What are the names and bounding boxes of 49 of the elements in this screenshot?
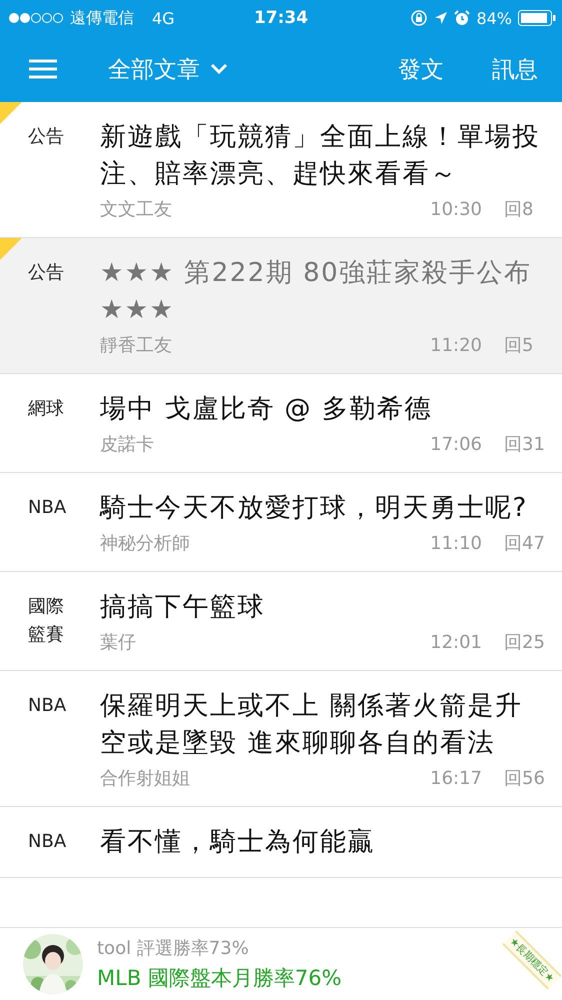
- banner-subtitle: tool 評選勝率73%: [97, 937, 250, 960]
- post-author: 葉仔: [100, 631, 137, 654]
- post-title: 新遊戲「玩競猜」全面上線！單場投注、賠率漂亮、趕快來看看～: [100, 121, 541, 191]
- post-category: 國際籃賽: [28, 595, 65, 647]
- post-author: 文文工友: [100, 198, 173, 221]
- banner-headline: MLB 國際盤本月勝率76%: [97, 965, 342, 992]
- post-title: 看不懂，騎士為何能贏: [100, 826, 376, 859]
- corner-ribbon: ★長期穩定★: [502, 930, 562, 990]
- reply-count: 回25: [504, 631, 544, 654]
- post-time: 17:06: [430, 434, 482, 454]
- carrier-name: 遠傳電信: [70, 8, 134, 28]
- post-time: 11:20: [430, 334, 482, 356]
- post-category: NBA: [28, 694, 68, 718]
- menu-icon: [29, 59, 57, 79]
- signal-icon: [8, 12, 64, 24]
- post-title: 保羅明天上或不上 關係著火箭是升空或是墜毀 進來聊聊各自的看法: [100, 690, 524, 760]
- post-category: 網球: [28, 397, 65, 421]
- post-category: 公告: [28, 125, 65, 149]
- post-time: 16:17: [430, 768, 482, 788]
- reply-count: 回47: [504, 532, 544, 555]
- rotation-lock-icon: [410, 9, 428, 27]
- reply-count: 回8: [504, 198, 534, 221]
- post-category: NBA: [28, 830, 68, 854]
- reply-count: 回56: [504, 767, 544, 790]
- post-title: 搞搞下午籃球: [100, 591, 266, 624]
- menu-button[interactable]: [28, 57, 58, 81]
- post-title: ★★★ 第222期 80強莊家殺手公布★★★: [100, 257, 533, 327]
- post-row[interactable]: 公告 新遊戲「玩競猜」全面上線！單場投注、賠率漂亮、趕快來看看～ 文文工友 10:30 回8: [0, 102, 562, 238]
- chevron-down-icon: [210, 63, 228, 75]
- post-author: 神秘分析師: [100, 532, 191, 555]
- post-time: 10:30: [430, 198, 482, 220]
- post-title: 騎士今天不放愛打球，明天勇士呢?: [100, 492, 529, 525]
- post-title: 場中 戈盧比奇 @ 多勒希德: [100, 393, 433, 426]
- reply-count: 回31: [504, 433, 544, 456]
- reply-count: 回5: [504, 334, 534, 357]
- post-category: NBA: [28, 496, 68, 520]
- post-author: 合作射姐姐: [100, 767, 191, 790]
- post-category: 公告: [28, 261, 65, 285]
- post-time: 12:01: [430, 632, 482, 652]
- post-author: 靜香工友: [100, 334, 173, 357]
- location-arrow-icon: [434, 11, 448, 25]
- battery-icon: [518, 10, 556, 26]
- post-time: 11:10: [430, 532, 482, 554]
- network-type: 4G: [152, 8, 175, 28]
- alarm-icon: [454, 10, 470, 26]
- post-row[interactable]: 公告 ★★★ 第222期 80強莊家殺手公布★★★ 靜香工友 11:20 回5: [0, 238, 562, 374]
- post-author: 皮諾卡: [100, 433, 155, 456]
- battery-percent: 84%: [476, 8, 512, 28]
- clock-time: 17:34: [254, 8, 308, 28]
